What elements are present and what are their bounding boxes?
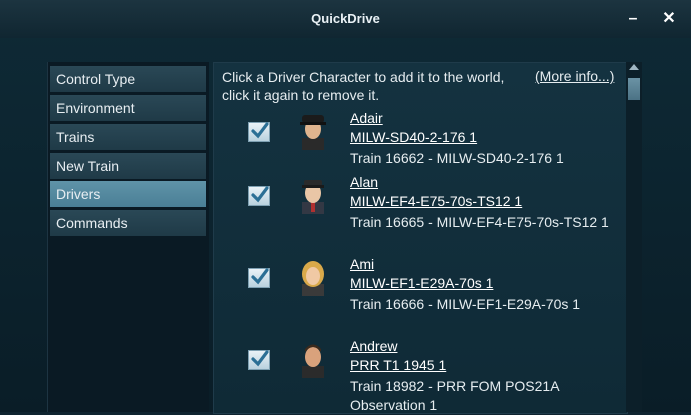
driver-checkbox[interactable] bbox=[248, 350, 270, 370]
driver-portrait-alan[interactable] bbox=[296, 176, 330, 214]
close-button[interactable]: ✕ bbox=[658, 8, 680, 30]
sidebar-item-trains[interactable]: Trains bbox=[50, 124, 206, 150]
sidebar-item-environment[interactable]: Environment bbox=[50, 95, 206, 121]
driver-train-link[interactable]: MILW-SD40-2-176 1 bbox=[350, 129, 477, 145]
sidebar-item-commands[interactable]: Commands bbox=[50, 210, 206, 236]
driver-name[interactable]: Adair bbox=[350, 110, 383, 126]
sidebar-item-drivers[interactable]: Drivers bbox=[50, 181, 206, 207]
driver-checkbox[interactable] bbox=[248, 186, 270, 206]
driver-train-link[interactable]: PRR T1 1945 1 bbox=[350, 357, 446, 373]
driver-train-link[interactable]: MILW-EF1-E29A-70s 1 bbox=[350, 275, 493, 291]
driver-name[interactable]: Ami bbox=[350, 256, 374, 272]
driver-portrait-andrew[interactable] bbox=[296, 340, 330, 378]
driver-portrait-adair[interactable] bbox=[296, 112, 330, 150]
check-icon bbox=[251, 186, 269, 203]
check-icon bbox=[251, 268, 269, 285]
driver-portrait-ami[interactable] bbox=[296, 258, 330, 296]
arrow-up-icon[interactable] bbox=[629, 64, 639, 70]
quickdrive-window: QuickDrive – ✕ Control Type Environment … bbox=[0, 0, 691, 414]
title-bar: QuickDrive – ✕ bbox=[0, 0, 691, 38]
driver-train-link[interactable]: MILW-EF4-E75-70s-TS12 1 bbox=[350, 193, 522, 209]
driver-train-info: Train 16665 - MILW-EF4-E75-70s-TS12 1 bbox=[350, 214, 609, 230]
driver-checkbox[interactable] bbox=[248, 268, 270, 288]
vertical-scrollbar[interactable] bbox=[626, 62, 642, 412]
drivers-panel: Click a Driver Character to add it to th… bbox=[213, 62, 628, 414]
driver-train-info: Train 18982 - PRR FOM POS21A Observation… bbox=[350, 378, 559, 413]
scrollbar-thumb[interactable] bbox=[628, 78, 640, 100]
sidebar-item-new-train[interactable]: New Train bbox=[50, 153, 206, 179]
driver-name[interactable]: Andrew bbox=[350, 338, 397, 354]
driver-name[interactable]: Alan bbox=[350, 174, 378, 190]
driver-train-info: Train 16666 - MILW-EF1-E29A-70s 1 bbox=[350, 296, 581, 312]
driver-checkbox[interactable] bbox=[248, 122, 270, 142]
instructions-text: Click a Driver Character to add it to th… bbox=[222, 69, 505, 103]
sidebar: Control Type Environment Trains New Trai… bbox=[47, 62, 209, 412]
window-title: QuickDrive bbox=[311, 11, 380, 26]
check-icon bbox=[251, 122, 269, 139]
driver-train-info: Train 16662 - MILW-SD40-2-176 1 bbox=[350, 150, 564, 166]
check-icon bbox=[251, 350, 269, 367]
minimize-button[interactable]: – bbox=[622, 8, 644, 30]
sidebar-item-control-type[interactable]: Control Type bbox=[50, 66, 206, 92]
more-info-link[interactable]: (More info...) bbox=[535, 68, 614, 84]
